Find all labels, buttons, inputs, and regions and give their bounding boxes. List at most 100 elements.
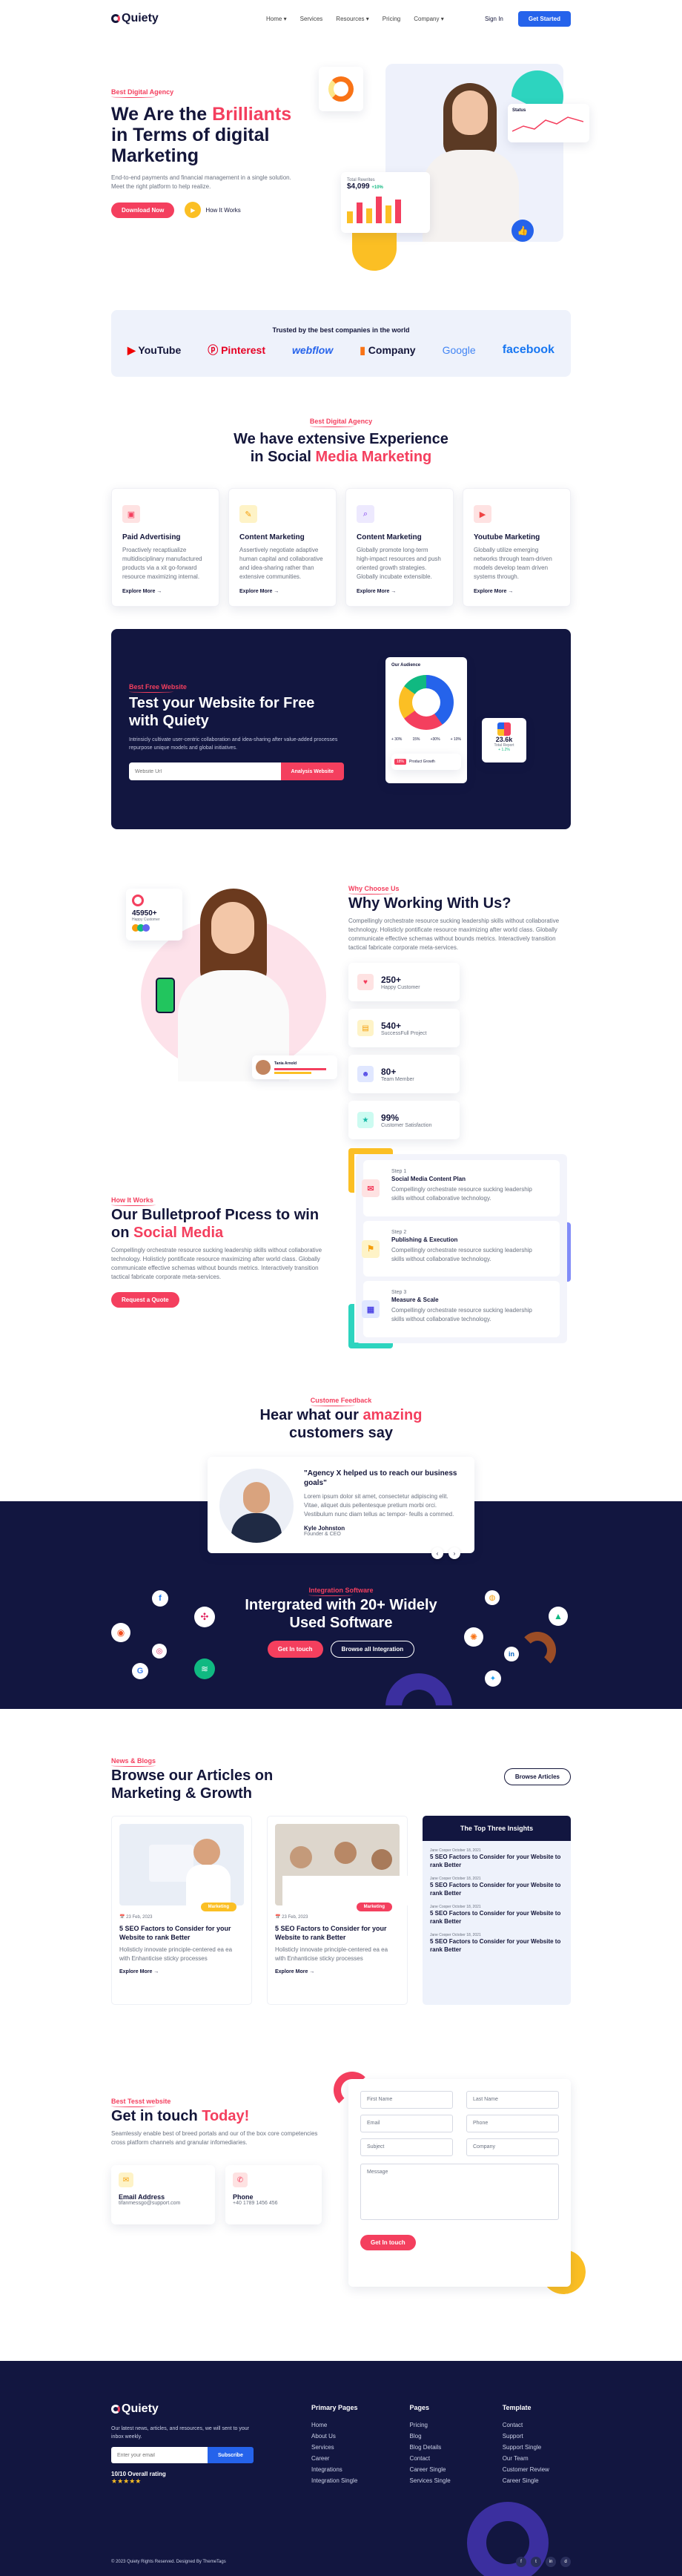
nav-pricing[interactable]: Pricing (383, 16, 400, 22)
why-title: Why Working With Us? (348, 895, 512, 912)
service-card[interactable]: ✎ Content Marketing Assertively negotiate … (228, 488, 337, 607)
insight-item[interactable]: Jane Cooper October 18, 2021 5 SEO Factor… (430, 1848, 563, 1869)
explore-more-link[interactable]: Explore More → (357, 589, 443, 594)
service-title: Youtube Marketing (474, 533, 540, 541)
prev-arrow-icon[interactable]: ‹ (431, 1547, 443, 1559)
footer-link[interactable]: Services Single (410, 2475, 451, 2486)
next-arrow-icon[interactable]: › (448, 1547, 460, 1559)
subject-input[interactable]: Subject (360, 2138, 453, 2156)
nav-company-label: Company (414, 15, 440, 22)
explore-more-link[interactable]: Explore More → (239, 589, 325, 594)
message-textarea[interactable]: Message (360, 2164, 559, 2220)
footer-link[interactable]: Contact (503, 2419, 549, 2431)
step-num: Step 2 (391, 1229, 407, 1235)
article-card[interactable]: Marketing 📅 23 Feb, 2023 5 SEO Factors t… (267, 1816, 408, 2005)
footer-link[interactable]: Services (311, 2442, 358, 2453)
footer-link[interactable]: Career (311, 2453, 358, 2464)
company-input[interactable]: Company (466, 2138, 559, 2156)
contact-submit-button[interactable]: Get In touch (360, 2235, 416, 2250)
audience-card: Our Audience + 30% 15% +30% + 10% 18% Produc… (385, 657, 467, 783)
email-input[interactable]: Email (360, 2115, 453, 2132)
service-card[interactable]: ⌕ Content Marketing Globally promote long-… (345, 488, 454, 607)
linkedin-icon: in (504, 1647, 519, 1661)
browse-integration-button[interactable]: Browse all Integration (330, 1641, 415, 1658)
nav-services[interactable]: Services (300, 16, 323, 22)
footer-link[interactable]: Career Single (410, 2464, 451, 2475)
contact-title-a: Get in touch (111, 2108, 202, 2124)
get-in-touch-button[interactable]: Get In touch (267, 1641, 323, 1658)
sign-in-link[interactable]: Sign In (485, 16, 503, 22)
report-icon (497, 722, 511, 736)
step-card: ▦ Step 3 Measure & Scale Compellingly orche… (362, 1281, 560, 1338)
insight-item[interactable]: Jane Cooper October 18, 2021 5 SEO Factor… (430, 1933, 563, 1954)
insight-item[interactable]: Jane Cooper October 18, 2021 5 SEO Factor… (430, 1877, 563, 1897)
footer-link[interactable]: Home (311, 2419, 358, 2431)
footer-link[interactable]: Integrations (311, 2464, 358, 2475)
testimonial-title-2: customers say (288, 1425, 394, 1441)
integration-title-2: Used Software (289, 1615, 393, 1631)
nav-company[interactable]: Company ▾ (414, 16, 444, 22)
contact-title-b: Today! (202, 2108, 250, 2124)
test-website-box: Best Free Website Test your Website for … (111, 629, 571, 829)
article-card[interactable]: Marketing 📅 23 Feb, 2023 5 SEO Factors t… (111, 1816, 252, 2005)
name-tag-text: Tania Arnold (274, 1061, 297, 1066)
explore-more-link[interactable]: Explore More → (275, 1969, 400, 1974)
footer-link[interactable]: Our Team (503, 2453, 549, 2464)
explore-more-link[interactable]: Explore More → (119, 1969, 244, 1974)
nav-resources[interactable]: Resources ▾ (336, 16, 369, 22)
phone-input[interactable]: Phone (466, 2115, 559, 2132)
last-name-input[interactable]: Last Name (466, 2091, 559, 2109)
footer-link[interactable]: Pricing (410, 2419, 451, 2431)
footer-link[interactable]: Contact (410, 2453, 451, 2464)
service-card[interactable]: ▣ Paid Advertising Proactively recaptiuali… (111, 488, 219, 607)
analysis-website-button[interactable]: Analysis Website (280, 762, 344, 780)
website-url-input[interactable] (129, 762, 281, 780)
newsletter-email-input[interactable] (111, 2447, 208, 2463)
footer-link[interactable]: Support (503, 2431, 549, 2442)
how-it-works-link[interactable]: ▶ How It Works (185, 202, 241, 218)
first-name-input[interactable]: First Name (360, 2091, 453, 2109)
browse-articles-button[interactable]: Browse Articles (503, 1768, 571, 1785)
footer-link[interactable]: Career Single (503, 2475, 549, 2486)
orange-arc-shape (519, 1632, 556, 1669)
footer-link[interactable]: About Us (311, 2431, 358, 2442)
footer-link[interactable]: Blog (410, 2431, 451, 2442)
youtube-text: YouTube (138, 343, 182, 356)
status-card: Status (508, 104, 589, 142)
footer-link[interactable]: Integration Single (311, 2475, 358, 2486)
testimonial-quote: "Agency X helped us to reach our busines… (304, 1469, 457, 1487)
like-icon[interactable]: 👍 (512, 220, 534, 242)
facebook-icon[interactable]: f (516, 2557, 526, 2567)
logo-text: Quiety (122, 12, 159, 24)
explore-more-link[interactable]: Explore More → (122, 589, 208, 594)
process-desc: Compellingly orchestrate resource suckin… (111, 1247, 322, 1280)
logo-icon (111, 14, 120, 23)
twitter-icon[interactable]: t (531, 2557, 541, 2567)
footer-link[interactable]: Customer Review (503, 2464, 549, 2475)
dribbble-icon[interactable]: d (560, 2557, 571, 2567)
project-icon: ▤ (357, 1020, 374, 1036)
linkedin-icon[interactable]: in (546, 2557, 556, 2567)
step-card: ⚑ Step 2 Publishing & Execution Compellingl… (362, 1220, 560, 1277)
logo[interactable]: Quiety (111, 12, 159, 25)
nav-home[interactable]: Home ▾ (266, 16, 287, 22)
footer-link[interactable]: Blog Details (410, 2442, 451, 2453)
status-line-icon (512, 116, 584, 132)
subscribe-button[interactable]: Subscribe (208, 2447, 254, 2463)
rating-stars: ★★★★★ (111, 2477, 142, 2485)
integration-title: Intergrated with 20+ Widely Used Software (0, 1596, 682, 1632)
email-value[interactable]: tifanmessgo@support.com (119, 2201, 208, 2206)
insight-item[interactable]: Jane Cooper October 18, 2021 5 SEO Factor… (430, 1905, 563, 1926)
insight-title: 5 SEO Factors to Consider for your Websi… (430, 1910, 561, 1925)
explore-more-label: Explore More (122, 589, 156, 594)
explore-more-link[interactable]: Explore More → (474, 589, 560, 594)
download-now-button[interactable]: Download Now (111, 202, 175, 218)
footer-link[interactable]: Support Single (503, 2442, 549, 2453)
phone-value[interactable]: +40 1789 1456 456 (233, 2201, 314, 2206)
why-person (156, 889, 297, 1081)
footer-logo[interactable]: Quiety (111, 2402, 297, 2416)
service-card[interactable]: ▶ Youtube Marketing Globally utilize emerg… (463, 488, 571, 607)
product-growth-card: 18% Product Growth (391, 754, 461, 770)
request-quote-button[interactable]: Request a Quote (111, 1292, 179, 1308)
get-started-button[interactable]: Get Started (517, 10, 571, 27)
